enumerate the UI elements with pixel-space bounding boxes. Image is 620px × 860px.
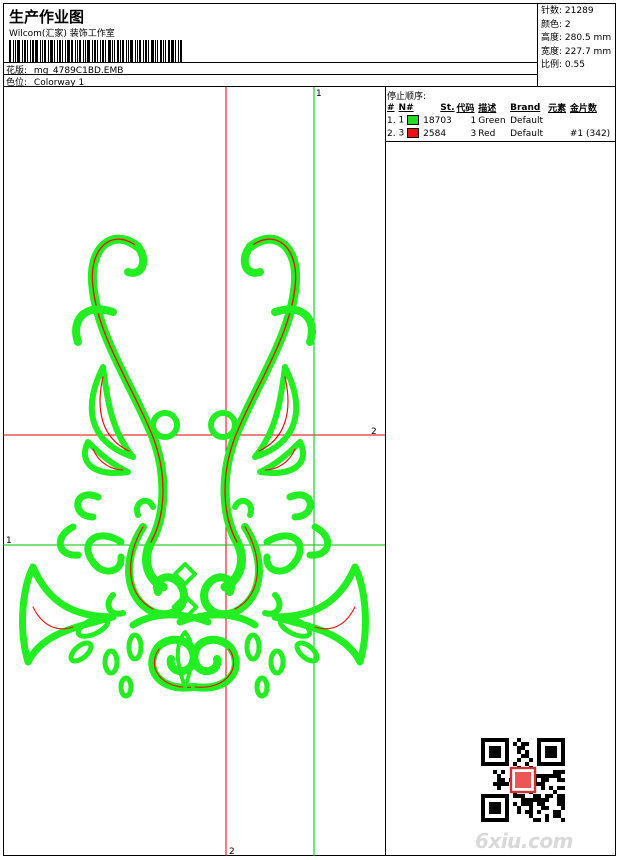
col-header: #	[387, 102, 395, 113]
color-swatch-icon	[407, 115, 420, 126]
row-code: 3	[470, 128, 477, 139]
design-canvas: 1 2 1 2	[3, 87, 386, 857]
page-title: 生产作业图	[9, 8, 85, 26]
table-row: 1. 1 18703 1 Green Default	[386, 114, 615, 127]
row-element	[547, 114, 569, 127]
stat-width: 宽度: 227.7 mm	[541, 46, 612, 57]
stat-colors: 颜色: 2	[541, 19, 571, 30]
stat-height: 高度: 280.5 mm	[541, 33, 612, 43]
stop-sequence-title: 停止顺序:	[387, 92, 427, 102]
col-header: 元素	[548, 104, 567, 114]
row-brand: Default	[510, 115, 543, 126]
col-header: St.	[440, 102, 455, 113]
row-sequins: #1 (342)	[569, 128, 611, 139]
row-sequins	[569, 114, 615, 127]
embroidery-preview: 1 2 1 2	[3, 87, 385, 857]
subtitle: Wilcom(汇家) 装饰工作室	[9, 29, 115, 39]
row-desc: Red	[478, 128, 496, 139]
row-stitches: 2584	[423, 128, 447, 139]
table-divider	[386, 141, 616, 142]
table-row: 2. 3 2584 3 Red Default #1 (342)	[386, 127, 615, 140]
design-half-right	[180, 239, 365, 696]
row-needle: 3	[398, 127, 423, 140]
table-header-row: # N# St. 代码 描述 Brand 元素 金片数	[386, 101, 615, 115]
col-header: 描述	[478, 104, 497, 114]
barcode	[9, 40, 185, 62]
row-desc: Green	[478, 115, 506, 126]
watermark: 6xiu.com	[475, 829, 573, 853]
row-num: 1.	[387, 115, 396, 126]
stop-sequence-table: # N# St. 代码 描述 Brand 元素 金片数 1. 1 18703 1…	[386, 101, 615, 140]
guide-label-top: 1	[316, 89, 322, 99]
guide-label-bottom: 2	[229, 847, 235, 856]
row-stitches: 18703	[423, 115, 452, 126]
row-code: 1	[470, 115, 477, 126]
stat-stitches: 针数: 21289	[541, 6, 594, 16]
row-num: 2.	[387, 128, 396, 139]
stat-scale: 比例: 0.55	[541, 60, 585, 70]
stats-panel: 针数: 21289 颜色: 2 高度: 280.5 mm 宽度: 227.7 m…	[538, 3, 616, 87]
qr-code-icon	[481, 738, 565, 822]
row-needle: 1	[398, 114, 423, 127]
col-header: 金片数	[569, 104, 597, 114]
guide-label-left: 1	[6, 536, 12, 546]
design-half-left	[19, 234, 212, 699]
col-header: Brand	[510, 102, 541, 113]
row-element	[547, 127, 569, 140]
col-header: 代码	[456, 104, 475, 114]
row-brand: Default	[510, 128, 543, 139]
color-swatch-icon	[407, 128, 420, 139]
stop-sequence-panel: 停止顺序: # N# St. 代码 描述 Brand 元素 金片数 1. 1 1…	[386, 87, 616, 142]
guide-label-right: 2	[371, 427, 377, 437]
col-header: N#	[398, 102, 414, 113]
